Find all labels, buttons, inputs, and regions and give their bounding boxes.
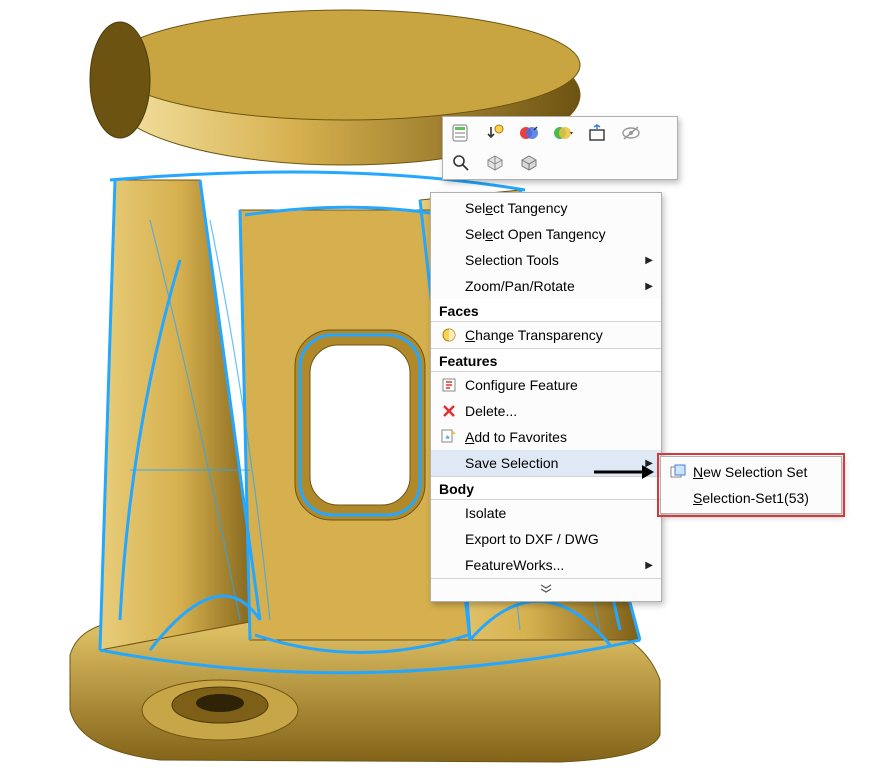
menu-change-transparency[interactable]: Change Transparency <box>431 322 661 348</box>
delete-icon <box>437 404 461 418</box>
appearance-icon[interactable] <box>519 123 539 143</box>
annotation-arrow <box>592 462 656 482</box>
submenu-new-selection-set[interactable]: New Selection Set <box>661 459 841 485</box>
sort-icon[interactable] <box>485 123 505 143</box>
favorite-icon <box>437 429 461 445</box>
chevron-right-icon: ▶ <box>641 281 653 292</box>
transparency-icon <box>437 327 461 343</box>
menu-zoom-pan-rotate[interactable]: Zoom/Pan/Rotate▶ <box>431 273 661 299</box>
chevron-double-down-icon <box>540 584 552 594</box>
save-selection-submenu: New Selection Set Selection-Set1(53) <box>660 456 842 514</box>
menu-selection-tools[interactable]: Selection Tools▶ <box>431 247 661 273</box>
configure-icon <box>437 377 461 393</box>
zoom-icon[interactable] <box>451 153 471 173</box>
context-menu: Select Tangency Select Open Tangency Sel… <box>430 192 662 602</box>
submenu-selection-set-1[interactable]: Selection-Set1(53) <box>661 485 841 511</box>
properties-icon[interactable] <box>451 123 471 143</box>
menu-configure-feature[interactable]: Configure Feature <box>431 372 661 398</box>
normal-to-icon[interactable] <box>587 123 607 143</box>
menu-add-to-favorites[interactable]: Add to Favorites <box>431 424 661 450</box>
menu-expand[interactable] <box>431 578 661 599</box>
section-features: Features <box>431 348 661 372</box>
menu-select-tangency[interactable]: Select Tangency <box>431 195 661 221</box>
menu-export-dxf-dwg[interactable]: Export to DXF / DWG <box>431 526 661 552</box>
section-faces: Faces <box>431 299 661 322</box>
hide-icon[interactable] <box>621 123 641 143</box>
menu-featureworks[interactable]: FeatureWorks...▶ <box>431 552 661 578</box>
chevron-right-icon: ▶ <box>641 255 653 266</box>
display-style-icon[interactable] <box>519 153 539 173</box>
selection-set-icon <box>667 464 689 480</box>
chevron-right-icon: ▶ <box>641 560 653 571</box>
isometric-icon[interactable] <box>485 153 505 173</box>
menu-delete[interactable]: Delete... <box>431 398 661 424</box>
color-dropdown-icon[interactable] <box>553 123 573 143</box>
menu-select-open-tangency[interactable]: Select Open Tangency <box>431 221 661 247</box>
context-toolbar <box>442 116 678 180</box>
menu-isolate[interactable]: Isolate <box>431 500 661 526</box>
